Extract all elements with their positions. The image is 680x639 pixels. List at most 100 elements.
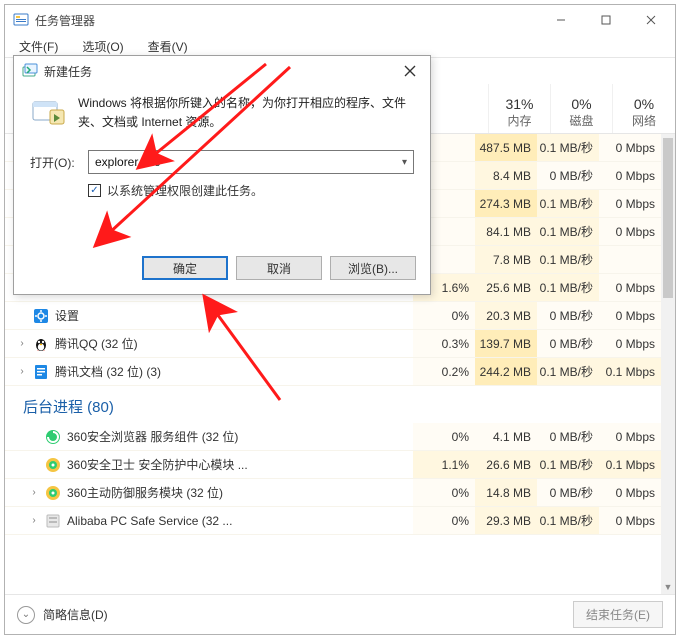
cell-net: 0.1 Mbps — [599, 358, 661, 385]
section-background-processes: 后台进程 (80) — [5, 386, 661, 423]
col-cpu[interactable] — [427, 84, 489, 133]
cell-net — [599, 246, 661, 273]
app-icon — [13, 12, 29, 28]
cell-mem: 26.6 MB — [475, 451, 537, 478]
col-mem-pct: 31% — [505, 96, 533, 112]
run-dialog: 新建任务 Windows 将根据你所键入的名称，为你打开相应的程序、文件夹、文档… — [13, 55, 431, 295]
dialog-titlebar: 新建任务 — [14, 56, 430, 86]
dialog-description: Windows 将根据你所键入的名称，为你打开相应的程序、文件夹、文档或 Int… — [78, 94, 414, 132]
run-icon — [22, 63, 38, 79]
window-title: 任务管理器 — [35, 12, 95, 29]
col-memory[interactable]: 31% 内存 — [489, 84, 551, 133]
cell-cpu: 0.2% — [413, 358, 475, 385]
bottom-bar: ⌄ 简略信息(D) 结束任务(E) — [5, 594, 675, 634]
cell-cpu: 0% — [413, 423, 475, 450]
open-value: explorer.exe — [95, 155, 160, 169]
table-row[interactable]: ›Alibaba PC Safe Service (32 ...0%29.3 M… — [5, 507, 661, 535]
cell-net: 0 Mbps — [599, 330, 661, 357]
qq-icon — [33, 336, 49, 352]
cell-disk: 0.1 MB/秒 — [537, 246, 599, 273]
cell-net: 0 Mbps — [599, 507, 661, 534]
open-label: 打开(O): — [30, 154, 80, 171]
run-large-icon — [30, 94, 66, 130]
end-task-button[interactable]: 结束任务(E) — [573, 601, 663, 628]
close-button[interactable] — [628, 6, 673, 34]
admin-checkbox[interactable]: ✓ — [88, 184, 101, 197]
s360y-icon — [45, 457, 61, 473]
menu-file[interactable]: 文件(F) — [11, 36, 66, 57]
collapse-icon[interactable]: ⌄ — [17, 606, 35, 624]
cell-cpu: 0% — [413, 302, 475, 329]
cell-mem: 14.8 MB — [475, 479, 537, 506]
cell-net: 0.1 Mbps — [599, 451, 661, 478]
col-mem-label: 内存 — [507, 112, 531, 129]
table-row[interactable]: ›腾讯QQ (32 位)0.3%139.7 MB0 MB/秒0 Mbps — [5, 330, 661, 358]
window-controls — [538, 6, 673, 34]
cell-net: 0 Mbps — [599, 302, 661, 329]
cell-mem: 84.1 MB — [475, 218, 537, 245]
cell-net: 0 Mbps — [599, 479, 661, 506]
cell-disk: 0.1 MB/秒 — [537, 451, 599, 478]
cell-mem: 487.5 MB — [475, 134, 537, 161]
process-name: 腾讯文档 (32 位) (3) — [55, 363, 161, 380]
cell-cpu: 0% — [413, 479, 475, 506]
titlebar: 任务管理器 — [5, 5, 675, 35]
cell-disk: 0 MB/秒 — [537, 162, 599, 189]
browse-button[interactable]: 浏览(B)... — [330, 256, 416, 280]
cell-disk: 0 MB/秒 — [537, 423, 599, 450]
brief-info-link[interactable]: 简略信息(D) — [43, 606, 108, 623]
expand-chevron-icon[interactable]: › — [29, 487, 39, 498]
menubar: 文件(F) 选项(O) 查看(V) — [5, 35, 675, 57]
open-combobox[interactable]: explorer.exe ▾ — [88, 150, 414, 174]
gear-icon — [33, 308, 49, 324]
col-net-label: 网络 — [632, 112, 656, 129]
ok-button[interactable]: 确定 — [142, 256, 228, 280]
cell-cpu: 1.1% — [413, 451, 475, 478]
process-name: 360主动防御服务模块 (32 位) — [67, 484, 223, 501]
dialog-close-button[interactable] — [390, 57, 430, 85]
expand-chevron-icon[interactable]: › — [17, 366, 27, 377]
col-net-pct: 0% — [634, 96, 654, 112]
col-disk[interactable]: 0% 磁盘 — [551, 84, 613, 133]
process-name: 360安全浏览器 服务组件 (32 位) — [67, 428, 238, 445]
table-row[interactable]: 360安全浏览器 服务组件 (32 位)0%4.1 MB0 MB/秒0 Mbps — [5, 423, 661, 451]
cell-net: 0 Mbps — [599, 274, 661, 301]
cell-disk: 0 MB/秒 — [537, 479, 599, 506]
s360y-icon — [45, 485, 61, 501]
chevron-down-icon: ▾ — [402, 157, 407, 168]
gray-icon — [45, 513, 61, 529]
menu-options[interactable]: 选项(O) — [74, 36, 131, 57]
expand-chevron-icon[interactable]: › — [29, 515, 39, 526]
admin-label: 以系统管理权限创建此任务。 — [107, 182, 263, 199]
cell-disk: 0.1 MB/秒 — [537, 358, 599, 385]
cell-mem: 139.7 MB — [475, 330, 537, 357]
cell-mem: 274.3 MB — [475, 190, 537, 217]
cancel-button[interactable]: 取消 — [236, 256, 322, 280]
cell-net: 0 Mbps — [599, 218, 661, 245]
maximize-button[interactable] — [583, 6, 628, 34]
cell-mem: 4.1 MB — [475, 423, 537, 450]
cell-cpu: 0.3% — [413, 330, 475, 357]
cell-disk: 0.1 MB/秒 — [537, 274, 599, 301]
cell-net: 0 Mbps — [599, 190, 661, 217]
menu-view[interactable]: 查看(V) — [140, 36, 196, 57]
cell-disk: 0.1 MB/秒 — [537, 218, 599, 245]
minimize-button[interactable] — [538, 6, 583, 34]
process-name: 360安全卫士 安全防护中心模块 ... — [67, 456, 248, 473]
expand-chevron-icon[interactable]: › — [17, 338, 27, 349]
vertical-scrollbar[interactable]: ▲ ▼ — [661, 134, 675, 594]
s360g-icon — [45, 429, 61, 445]
cell-disk: 0.1 MB/秒 — [537, 134, 599, 161]
table-row[interactable]: › 360主动防御服务模块 (32 位) 0%14.8 MB0 MB/秒0 Mbps — [5, 479, 661, 507]
table-row[interactable]: ›腾讯文档 (32 位) (3)0.2%244.2 MB0.1 MB/秒0.1 … — [5, 358, 661, 386]
process-name: 设置 — [55, 307, 79, 324]
scroll-down-icon[interactable]: ▼ — [661, 580, 675, 594]
cell-mem: 25.6 MB — [475, 274, 537, 301]
cell-mem: 8.4 MB — [475, 162, 537, 189]
cell-mem: 29.3 MB — [475, 507, 537, 534]
table-row[interactable]: 设置0%20.3 MB0 MB/秒0 Mbps — [5, 302, 661, 330]
col-net[interactable]: 0% 网络 — [613, 84, 675, 133]
scroll-thumb[interactable] — [663, 138, 673, 298]
cell-disk: 0.1 MB/秒 — [537, 190, 599, 217]
table-row[interactable]: 360安全卫士 安全防护中心模块 ... 1.1%26.6 MB0.1 MB/秒0… — [5, 451, 661, 479]
